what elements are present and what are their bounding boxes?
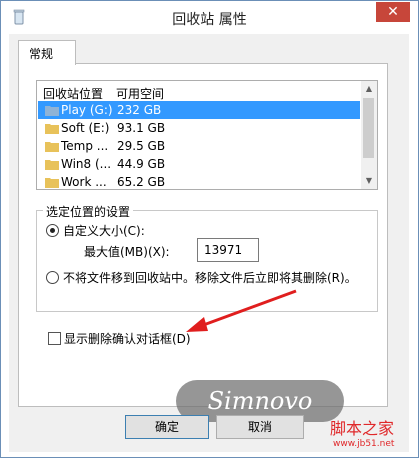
- custom-size-label[interactable]: 自定义大小(C):: [63, 222, 145, 239]
- drive-name: Win8 (...: [61, 157, 112, 171]
- list-scrollbar[interactable]: ▲ ▼: [361, 81, 377, 189]
- folder-icon: [45, 178, 59, 188]
- column-header-location[interactable]: 回收站位置: [43, 85, 103, 102]
- folder-icon: [45, 124, 59, 134]
- confirm-delete-checkbox[interactable]: [48, 332, 61, 345]
- tab-general[interactable]: 常规: [18, 40, 76, 65]
- close-button[interactable]: ✕: [376, 2, 410, 22]
- folder-icon: [45, 106, 59, 116]
- drive-name: Play (G:): [61, 103, 113, 117]
- group-title: 选定位置的设置: [43, 203, 134, 220]
- list-header: 回收站位置 可用空间: [37, 81, 361, 101]
- list-item[interactable]: Work ... 65.2 GB: [38, 173, 360, 189]
- drive-space: 29.5 GB: [117, 139, 166, 153]
- delete-immediately-radio[interactable]: [46, 271, 59, 284]
- custom-size-radio[interactable]: [46, 224, 59, 237]
- ok-button[interactable]: 确定: [125, 415, 209, 439]
- confirm-delete-label[interactable]: 显示删除确认对话框(D): [64, 330, 191, 347]
- brand-url: www.jb51.net: [333, 439, 395, 449]
- drive-space: 232 GB: [117, 103, 162, 117]
- window-title: 回收站 属性: [172, 12, 247, 28]
- drive-name: Soft (E:): [61, 121, 110, 135]
- drive-space: 65.2 GB: [117, 175, 166, 189]
- drive-space: 93.1 GB: [117, 121, 166, 135]
- max-size-input[interactable]: 13971: [197, 238, 259, 262]
- delete-immediately-label[interactable]: 不将文件移到回收站中。移除文件后立即将其删除(R)。: [63, 269, 357, 286]
- max-size-value: 13971: [204, 243, 243, 257]
- list-body: Play (G:) 232 GB Soft (E:) 93.1 GB Temp …: [37, 101, 361, 189]
- list-item[interactable]: Play (G:) 232 GB: [38, 101, 360, 119]
- radio-selected-dot: [50, 228, 55, 233]
- list-item[interactable]: Temp ... 29.5 GB: [38, 137, 360, 155]
- scroll-down-icon[interactable]: ▼: [361, 173, 377, 189]
- brand-name: 脚本之家: [330, 419, 395, 438]
- folder-icon: [45, 160, 59, 170]
- max-size-label: 最大值(MB)(X):: [84, 245, 170, 259]
- folder-icon: [45, 142, 59, 152]
- list-item[interactable]: Soft (E:) 93.1 GB: [38, 119, 360, 137]
- red-arrow-annotation: [186, 289, 297, 332]
- drive-space: 44.9 GB: [117, 157, 166, 171]
- list-item[interactable]: Win8 (... 44.9 GB: [38, 155, 360, 173]
- scroll-thumb[interactable]: [363, 98, 374, 158]
- site-brand: 脚本之家 www.jb51.net: [330, 415, 415, 455]
- cancel-button[interactable]: 取消: [216, 415, 304, 439]
- column-header-space[interactable]: 可用空间: [116, 85, 164, 102]
- drive-name: Work ...: [61, 175, 107, 189]
- recycle-location-list[interactable]: 回收站位置 可用空间 Play (G:) 232 GB Soft (E:) 93…: [36, 80, 378, 190]
- scroll-up-icon[interactable]: ▲: [361, 81, 377, 97]
- title-bar[interactable]: 回收站 属性 ✕: [1, 1, 418, 34]
- tab-general-label: 常规: [29, 47, 54, 61]
- drive-name: Temp ...: [61, 139, 109, 153]
